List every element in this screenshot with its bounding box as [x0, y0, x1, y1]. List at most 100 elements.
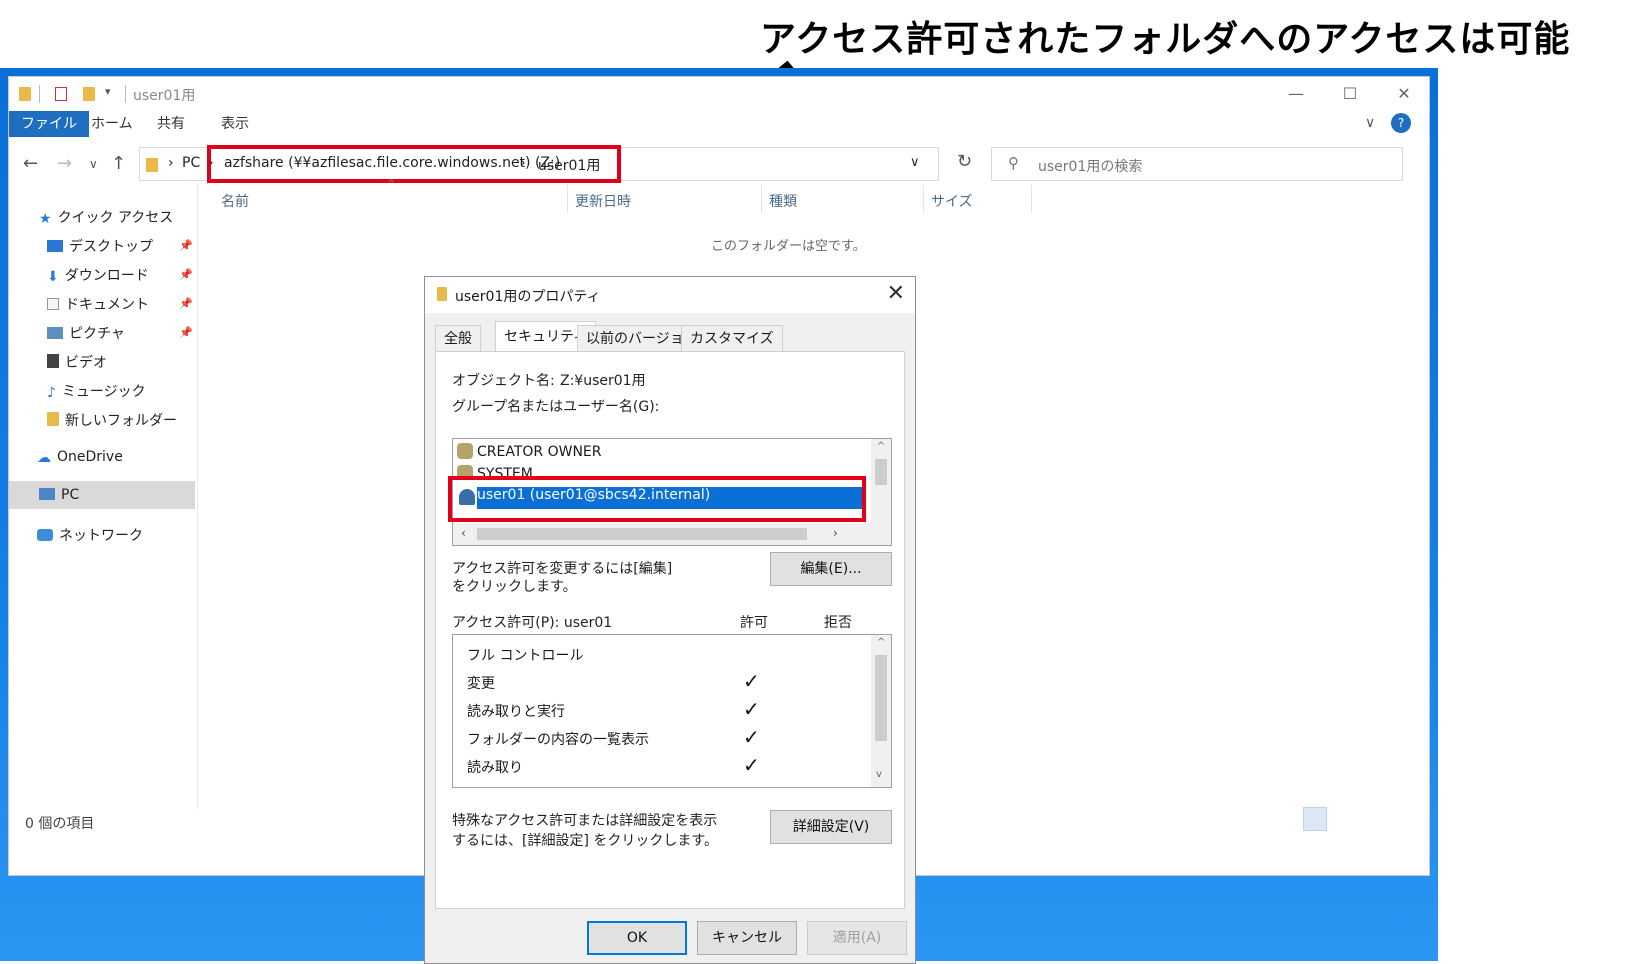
- recent-chevron-icon[interactable]: ∨: [89, 157, 98, 171]
- column-date[interactable]: 更新日時: [575, 191, 631, 211]
- horizontal-scrollbar[interactable]: ‹ ›: [453, 523, 891, 545]
- folder-icon: [19, 87, 31, 101]
- music-icon: ♪: [47, 385, 56, 401]
- sidebar-item-videos[interactable]: ビデオ: [47, 352, 107, 372]
- pin-icon[interactable]: 📌: [179, 239, 193, 252]
- folder-icon: [146, 158, 158, 172]
- permission-row: 読み取りと実行: [467, 704, 565, 720]
- divider: [125, 85, 126, 103]
- object-name-value: Z:¥user01用: [560, 373, 646, 389]
- folder-icon: [437, 287, 447, 301]
- permission-label: アクセス許可(P): user01: [452, 615, 613, 631]
- column-size[interactable]: サイズ: [931, 191, 973, 211]
- up-icon[interactable]: ↑: [111, 153, 126, 174]
- sidebar-quick-access[interactable]: ★ クイック アクセス: [39, 207, 173, 227]
- scroll-left-icon[interactable]: ‹: [461, 526, 466, 540]
- tab-general[interactable]: 全般: [435, 325, 481, 351]
- column-separator[interactable]: [761, 185, 762, 213]
- scroll-up-icon[interactable]: ^: [877, 637, 885, 648]
- cancel-button[interactable]: キャンセル: [697, 921, 797, 955]
- forward-icon[interactable]: →: [57, 153, 72, 174]
- sidebar-pc-selected[interactable]: [9, 481, 195, 509]
- pin-icon[interactable]: 📌: [179, 268, 193, 281]
- pin-icon[interactable]: 📌: [179, 297, 193, 310]
- minimize-button[interactable]: —: [1273, 81, 1319, 107]
- tab-customize[interactable]: カスタマイズ: [681, 325, 783, 351]
- change-permission-text: をクリックします。: [452, 579, 577, 595]
- allow-check-icon: ✓: [743, 697, 760, 721]
- sidebar-pc[interactable]: PC: [39, 487, 79, 503]
- desktop-icon: [47, 240, 63, 252]
- download-icon: ⬇: [47, 269, 59, 285]
- address-dropdown-icon[interactable]: ∨: [910, 155, 920, 170]
- sidebar-item-music[interactable]: ♪ ミュージック: [47, 381, 146, 401]
- scroll-down-icon[interactable]: v: [876, 769, 882, 780]
- sidebar-item-documents[interactable]: ドキュメント: [47, 294, 149, 314]
- video-icon: [47, 354, 59, 368]
- column-name[interactable]: 名前: [221, 191, 249, 211]
- special-permission-text: 特殊なアクセス許可または詳細設定を表示: [452, 813, 718, 829]
- edit-button[interactable]: 編集(E)...: [770, 552, 892, 586]
- sidebar-network[interactable]: ネットワーク: [37, 525, 143, 545]
- sort-arrow-icon: ^: [387, 179, 396, 190]
- window-title: user01用: [133, 88, 196, 104]
- permission-list[interactable]: フル コントロール 変更 読み取りと実行 フォルダーの内容の一覧表示 読み取り …: [452, 634, 892, 788]
- tab-view[interactable]: 表示: [209, 111, 261, 137]
- large-icons-view-icon[interactable]: [1331, 807, 1355, 831]
- apply-button[interactable]: 適用(A): [807, 921, 907, 955]
- allow-check-icon: ✓: [743, 725, 760, 749]
- scroll-right-icon[interactable]: ›: [833, 526, 838, 540]
- tab-home[interactable]: ホーム: [79, 111, 145, 137]
- dialog-close-button[interactable]: ✕: [887, 281, 905, 306]
- sidebar-divider: [197, 183, 198, 809]
- change-permission-text: アクセス許可を変更するには[編集]: [452, 561, 673, 577]
- allow-header: 許可: [740, 615, 768, 631]
- star-icon: ★: [39, 211, 52, 227]
- breadcrumb-pc[interactable]: PC: [182, 155, 200, 171]
- refresh-icon[interactable]: ↻: [957, 151, 972, 172]
- close-button[interactable]: ✕: [1381, 81, 1427, 107]
- sidebar-item-desktop[interactable]: デスクトップ: [47, 236, 153, 256]
- details-view-icon[interactable]: [1303, 807, 1327, 831]
- allow-check-icon: ✓: [743, 669, 760, 693]
- column-separator[interactable]: [1031, 185, 1032, 213]
- properties-icon[interactable]: [55, 87, 67, 101]
- search-placeholder: user01用の検索: [1038, 159, 1143, 175]
- ok-button[interactable]: OK: [587, 921, 687, 955]
- sidebar-item-new-folder[interactable]: 新しいフォルダー: [47, 410, 177, 430]
- folder-icon: [47, 412, 59, 426]
- list-item[interactable]: CREATOR OWNER: [457, 443, 602, 465]
- vertical-scrollbar[interactable]: ^ v: [871, 635, 891, 787]
- scroll-up-icon[interactable]: ^: [877, 441, 885, 452]
- help-icon[interactable]: ?: [1391, 113, 1411, 133]
- permission-row: フル コントロール: [467, 648, 584, 664]
- status-item-count: 0 個の項目: [25, 816, 95, 832]
- cloud-icon: ☁: [37, 450, 51, 466]
- special-permission-text: するには、[詳細設定] をクリックします。: [452, 833, 718, 849]
- column-type[interactable]: 種類: [769, 191, 797, 211]
- column-separator[interactable]: [923, 185, 924, 213]
- scroll-thumb[interactable]: [875, 459, 887, 485]
- pin-icon[interactable]: 📌: [179, 326, 193, 339]
- expand-ribbon-icon[interactable]: ∨: [1365, 115, 1375, 131]
- sidebar-onedrive[interactable]: ☁ OneDrive: [37, 449, 123, 466]
- divider: [39, 85, 40, 103]
- vertical-scrollbar[interactable]: ^: [871, 439, 891, 523]
- scroll-thumb[interactable]: [477, 528, 807, 540]
- security-panel: オブジェクト名: Z:¥user01用 グループ名またはユーザー名(G): CR…: [435, 351, 905, 909]
- advanced-button[interactable]: 詳細設定(V): [770, 810, 892, 844]
- sidebar-item-pictures[interactable]: ピクチャ: [47, 323, 125, 343]
- back-icon[interactable]: ←: [23, 153, 38, 174]
- column-separator[interactable]: [567, 185, 568, 213]
- deny-header: 拒否: [824, 615, 852, 631]
- tab-file[interactable]: ファイル: [9, 111, 89, 137]
- scroll-thumb[interactable]: [875, 655, 887, 741]
- dialog-title-bar: user01用のプロパティ ✕: [425, 277, 915, 313]
- maximize-button[interactable]: ☐: [1327, 81, 1373, 107]
- tab-share[interactable]: 共有: [145, 111, 197, 137]
- annotation-title: アクセス許可されたフォルダへのアクセスは可能: [760, 19, 1571, 60]
- sidebar-item-downloads[interactable]: ⬇ ダウンロード: [47, 265, 149, 285]
- chevron-down-icon[interactable]: ▾: [105, 85, 111, 98]
- search-box[interactable]: ⚲ user01用の検索: [991, 147, 1403, 181]
- new-folder-icon[interactable]: [83, 87, 95, 101]
